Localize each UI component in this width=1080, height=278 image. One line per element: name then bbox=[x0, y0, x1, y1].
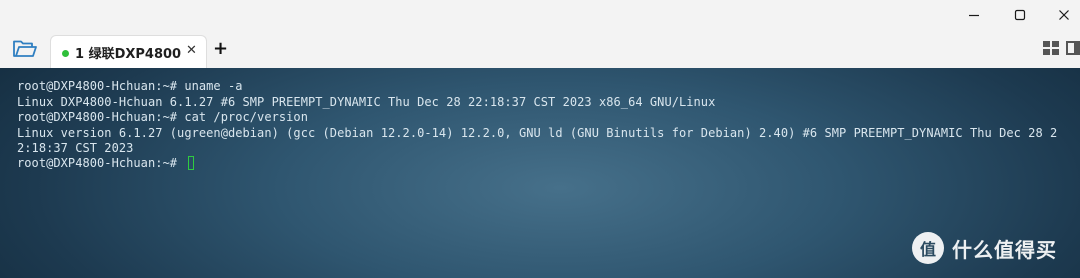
tab-label: 1 绿联DXP4800 bbox=[75, 47, 182, 62]
session-status-icon bbox=[62, 50, 69, 57]
terminal-prompt: root@DXP4800-Hchuan:~# bbox=[17, 156, 185, 170]
layout-grid-icon[interactable] bbox=[1043, 41, 1059, 55]
title-bar bbox=[0, 0, 1080, 30]
terminal-cursor bbox=[188, 156, 195, 170]
watermark-logo: 值 bbox=[912, 232, 944, 264]
maximize-button[interactable] bbox=[996, 0, 1044, 30]
terminal-line: root@DXP4800-Hchuan:~# uname -a bbox=[17, 79, 243, 93]
minimize-icon bbox=[969, 14, 979, 17]
tab-session[interactable]: 1 绿联DXP4800 ✕ bbox=[50, 35, 207, 68]
terminal-line: Linux DXP4800-Hchuan 6.1.27 #6 SMP PREEM… bbox=[17, 95, 716, 109]
terminal-line: root@DXP4800-Hchuan:~# cat /proc/version bbox=[17, 110, 308, 124]
new-tab-button[interactable]: + bbox=[213, 38, 228, 59]
terminal-line: Linux version 6.1.27 (ugreen@debian) (gc… bbox=[17, 126, 1058, 140]
terminal-line: 2:18:37 CST 2023 bbox=[17, 141, 134, 155]
folder-open-icon[interactable] bbox=[12, 39, 38, 59]
close-tab-icon[interactable]: ✕ bbox=[186, 43, 197, 58]
close-icon bbox=[1059, 10, 1069, 20]
watermark-text: 什么值得买 bbox=[952, 237, 1057, 262]
close-window-button[interactable] bbox=[1040, 0, 1080, 30]
tab-bar: 1 绿联DXP4800 ✕ + bbox=[0, 30, 1080, 68]
minimize-button[interactable] bbox=[950, 0, 998, 30]
watermark: 值 什么值得买 bbox=[912, 232, 1057, 264]
maximize-icon bbox=[1014, 9, 1026, 21]
side-panel-icon[interactable] bbox=[1066, 41, 1080, 55]
terminal-prompt-line: root@DXP4800-Hchuan:~# bbox=[17, 156, 195, 170]
